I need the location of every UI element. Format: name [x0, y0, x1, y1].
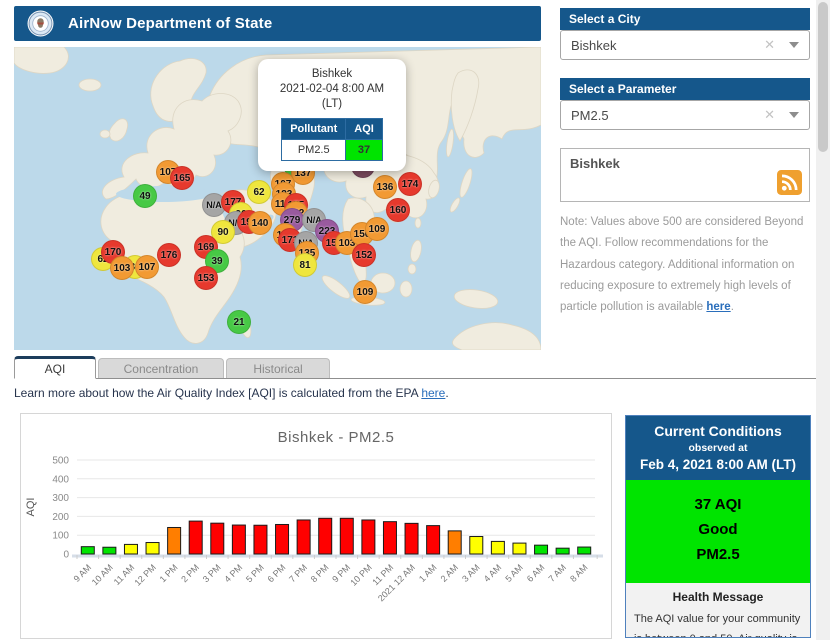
tab-bar: AQI Concentration Historical: [14, 356, 816, 379]
popup-city: Bishkek: [311, 68, 353, 80]
aqi-marker[interactable]: 136: [373, 175, 397, 199]
svg-text:7 AM: 7 AM: [546, 562, 568, 584]
svg-text:10 PM: 10 PM: [348, 562, 373, 587]
aqi-chart-panel: 0 100 200 300 400 500 9 AM 10 AM 11 AM 12 PM 1 PM 2…: [20, 413, 612, 639]
svg-text:3 PM: 3 PM: [201, 562, 223, 584]
aqi-marker[interactable]: 49: [133, 184, 157, 208]
svg-text:6 AM: 6 AM: [525, 562, 547, 584]
aqi-marker[interactable]: 165: [170, 166, 194, 190]
svg-text:1 AM: 1 AM: [417, 562, 439, 584]
svg-text:4 AM: 4 AM: [482, 562, 504, 584]
aqi-marker[interactable]: 109: [353, 280, 377, 304]
parameter-select-value: PM2.5: [571, 107, 609, 123]
popup-col-aqi: AQI: [345, 117, 383, 141]
svg-text:AQI: AQI: [25, 498, 37, 517]
svg-text:11 AM: 11 AM: [112, 562, 137, 587]
svg-text:200: 200: [52, 512, 69, 523]
aqi-marker[interactable]: 152: [352, 243, 376, 267]
svg-text:8 AM: 8 AM: [568, 562, 590, 584]
current-conditions-panel: Current Conditions observed at Feb 4, 20…: [625, 415, 811, 638]
aqi-parameter: PM2.5: [696, 545, 740, 563]
aqi-marker[interactable]: 81: [293, 253, 317, 277]
learn-more-body: Learn more about how the Air Quality Ind…: [14, 386, 422, 400]
svg-text:400: 400: [52, 474, 69, 485]
rss-feed-box: Bishkek: [560, 148, 810, 202]
popup-col-pollutant: Pollutant: [281, 117, 347, 141]
svg-text:5 AM: 5 AM: [503, 562, 525, 584]
popup-aqi-value: 37: [345, 139, 383, 162]
svg-text:8 PM: 8 PM: [309, 562, 331, 584]
svg-text:2 PM: 2 PM: [179, 562, 201, 584]
aqi-marker[interactable]: 21: [227, 310, 251, 334]
dept-of-state-seal-icon: [27, 10, 54, 37]
note-period: .: [730, 301, 734, 314]
svg-text:1 PM: 1 PM: [158, 562, 180, 584]
parameter-select-label: Select a Parameter: [560, 78, 810, 100]
svg-text:7 PM: 7 PM: [287, 562, 309, 584]
tab-historical[interactable]: Historical: [226, 358, 330, 378]
learn-more-here-link[interactable]: here: [421, 386, 445, 400]
health-message-section: Health Message The AQI value for your co…: [626, 583, 810, 637]
aqi-marker[interactable]: 103: [110, 256, 134, 280]
airnow-page: AirNow Department of State 107 165 49 62…: [0, 0, 830, 640]
rss-city-label: Bishkek: [570, 156, 620, 171]
aqi-marker[interactable]: 62: [247, 180, 271, 204]
page-title: AirNow Department of State: [68, 15, 273, 32]
aqi-marker[interactable]: 107: [135, 255, 159, 279]
svg-text:5 PM: 5 PM: [244, 562, 266, 584]
health-message-title: Health Message: [672, 590, 764, 605]
observation-datetime: Feb 4, 2021 8:00 AM (LT): [639, 457, 797, 472]
chevron-down-icon[interactable]: [789, 42, 799, 48]
svg-text:2 AM: 2 AM: [439, 562, 461, 584]
aqi-marker[interactable]: 176: [157, 243, 181, 267]
svg-text:3 AM: 3 AM: [460, 562, 482, 584]
chevron-down-icon[interactable]: [789, 112, 799, 118]
learn-more-period: .: [445, 386, 449, 400]
parameter-select[interactable]: PM2.5 ✕: [560, 100, 810, 130]
svg-text:6 PM: 6 PM: [266, 562, 288, 584]
city-select-value: Bishkek: [571, 37, 617, 53]
svg-text:500: 500: [52, 456, 69, 467]
scrollbar-thumb[interactable]: [818, 2, 828, 152]
learn-more-text: Learn more about how the Air Quality Ind…: [14, 386, 449, 400]
clear-city-icon[interactable]: ✕: [764, 37, 775, 53]
rss-icon[interactable]: [777, 170, 802, 195]
tab-aqi[interactable]: AQI: [14, 356, 96, 379]
city-select-label: Select a City: [560, 8, 810, 30]
svg-text:300: 300: [52, 493, 69, 504]
aqi-summary: 37 AQI Good PM2.5: [626, 480, 810, 584]
svg-text:12 PM: 12 PM: [132, 562, 157, 587]
scrollbar[interactable]: [816, 0, 830, 640]
city-select[interactable]: Bishkek ✕: [560, 30, 810, 60]
map-popup: Bishkek 2021-02-04 8:00 AM (LT) Pollutan…: [258, 59, 406, 172]
note-here-link[interactable]: here: [706, 301, 730, 313]
svg-text:0: 0: [63, 550, 69, 561]
svg-text:Bishkek - PM2.5: Bishkek - PM2.5: [278, 429, 395, 446]
popup-pollutant-value: PM2.5: [281, 139, 347, 162]
health-message-body: The AQI value for your community is betw…: [634, 613, 801, 637]
aqi-marker[interactable]: 174: [398, 172, 422, 196]
aqi-marker[interactable]: 153: [194, 266, 218, 290]
aqi-bar-chart: 01002003004005009 AM10 AM11 AM12 PM 1 PM 2…: [25, 429, 603, 603]
svg-text:10 AM: 10 AM: [90, 562, 115, 587]
tab-concentration[interactable]: Concentration: [98, 358, 224, 378]
observed-at-label: observed at: [688, 442, 748, 454]
svg-text:100: 100: [52, 531, 69, 542]
aqi-marker[interactable]: 160: [386, 198, 410, 222]
popup-datetime: 2021-02-04 8:00 AM: [279, 82, 385, 95]
aqi-value: 37 AQI: [694, 496, 742, 513]
aqi-marker[interactable]: 109: [365, 217, 389, 241]
note-text: Note: Values above 500 are considered Be…: [560, 216, 804, 314]
world-map[interactable]: 1071654962N/A17796N/A1901409016939153176…: [14, 47, 541, 350]
popup-timezone: (LT): [321, 97, 343, 110]
app-header: AirNow Department of State: [14, 6, 541, 41]
popup-table: Pollutant AQI PM2.5 37: [281, 117, 383, 162]
svg-text:4 PM: 4 PM: [222, 562, 244, 584]
current-conditions-header: Current Conditions observed at Feb 4, 20…: [626, 416, 810, 480]
aqi-category: Good: [698, 520, 738, 538]
current-conditions-title: Current Conditions: [654, 423, 782, 439]
clear-parameter-icon[interactable]: ✕: [764, 107, 775, 123]
beyond-aqi-note: Note: Values above 500 are considered Be…: [560, 212, 812, 318]
aqi-marker[interactable]: 140: [248, 211, 272, 235]
